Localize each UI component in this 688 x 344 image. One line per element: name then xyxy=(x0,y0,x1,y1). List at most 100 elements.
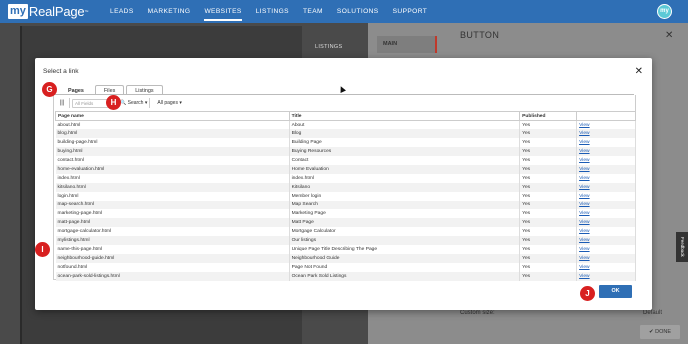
user-avatar[interactable]: my xyxy=(657,4,672,19)
ok-button[interactable]: OK xyxy=(599,285,632,298)
cell-published: Yes xyxy=(519,182,578,192)
cell-title: Ocean Park Sold Listings xyxy=(289,271,521,281)
nav-item-websites[interactable]: WEBSITES xyxy=(197,0,248,23)
cell-page-name: kitsilano.html xyxy=(55,182,290,192)
pages-panel: ||| All Fields 🔍 Search ▾ All pages ▾ Pa… xyxy=(53,95,636,281)
toolbar-divider xyxy=(149,98,151,108)
cell-title: Buying Resources xyxy=(289,147,521,157)
view-link[interactable]: View xyxy=(576,120,636,130)
view-link[interactable]: View xyxy=(576,200,636,210)
feedback-tab[interactable]: Feedback xyxy=(676,232,688,262)
cell-page-name: login.html xyxy=(55,191,290,201)
view-link[interactable]: View xyxy=(576,236,636,245)
cell-title: Member login xyxy=(289,191,521,201)
cell-page-name: index.html xyxy=(55,173,290,183)
table-row[interactable]: ocean-park-sold-listings.html Ocean Park … xyxy=(55,271,636,281)
marker-i: I xyxy=(35,242,50,257)
table-row[interactable]: building-page.html Building Page Yes View xyxy=(55,138,636,148)
logo-brand: RealPage xyxy=(28,4,85,19)
table-row[interactable]: neighbourhood-guide.html Neighbourhood Gu… xyxy=(55,253,636,263)
table-row[interactable]: matt-page.html Matt Page Yes View xyxy=(55,218,636,228)
cell-published: Yes xyxy=(519,271,578,281)
cell-page-name: home-evaluation.html xyxy=(55,164,290,174)
table-row[interactable]: contact.html Contact Yes View xyxy=(55,156,636,165)
cell-published: Yes xyxy=(519,236,578,245)
pages-table: Page name Title Published about.html Abou… xyxy=(55,111,636,281)
tab-main[interactable]: MAIN xyxy=(377,36,437,53)
cell-page-name: building-page.html xyxy=(55,138,290,148)
cell-published: Yes xyxy=(519,253,578,263)
table-toolbar: ||| All Fields 🔍 Search ▾ All pages ▾ xyxy=(54,96,635,110)
view-link[interactable]: View xyxy=(576,147,636,157)
cell-title: Marketing Page xyxy=(289,209,521,219)
cell-published: Yes xyxy=(519,129,578,139)
table-row[interactable]: index.html index.html Yes View xyxy=(55,173,636,183)
view-link[interactable]: View xyxy=(576,182,636,192)
nav-items: LEADS MARKETING WEBSITES LISTINGS TEAM SOLUTI… xyxy=(103,0,434,23)
cell-title: Home Evaluation xyxy=(289,164,521,174)
table-row[interactable]: notfound.html Page Not Found Yes View xyxy=(55,262,636,272)
table-row[interactable]: kitsilano.html Kitsilano Yes View xyxy=(55,182,636,192)
view-link[interactable]: View xyxy=(576,138,636,148)
cell-page-name: ocean-park-sold-listings.html xyxy=(55,271,290,281)
table-row[interactable]: about.html About Yes View xyxy=(55,120,636,130)
pages-scope-dropdown[interactable]: All pages ▾ xyxy=(157,100,181,106)
table-row[interactable]: login.html Member login Yes View xyxy=(55,191,636,201)
header-published[interactable]: Published xyxy=(519,111,578,121)
view-link[interactable]: View xyxy=(576,253,636,263)
cell-title: Neighbourhood Guide xyxy=(289,253,521,263)
search-dropdown[interactable]: 🔍 Search ▾ xyxy=(120,100,147,106)
cell-published: Yes xyxy=(519,200,578,210)
table-row[interactable]: blog.html Blog Yes View xyxy=(55,129,636,139)
nav-item-support[interactable]: SUPPORT xyxy=(386,0,435,23)
top-nav: my RealPage ™ LEADS MARKETING WEBSITES LIST… xyxy=(0,0,688,23)
table-row[interactable]: mortgage-calculator.html Mortgage Calcula… xyxy=(55,227,636,237)
table-row[interactable]: home-evaluation.html Home Evaluation Yes Vi… xyxy=(55,164,636,174)
view-link[interactable]: View xyxy=(576,227,636,237)
close-icon[interactable]: ✕ xyxy=(635,66,643,77)
cell-title: Contact xyxy=(289,156,521,165)
view-link[interactable]: View xyxy=(576,262,636,272)
realpage-logo[interactable]: my RealPage ™ xyxy=(8,3,88,21)
table-row[interactable]: marketing-page.html Marketing Page Yes View xyxy=(55,209,636,219)
cell-title: Our listings xyxy=(289,236,521,245)
view-link[interactable]: View xyxy=(576,209,636,219)
view-link[interactable]: View xyxy=(576,129,636,139)
view-link[interactable]: View xyxy=(576,156,636,165)
cell-title: index.html xyxy=(289,173,521,183)
cell-page-name: contact.html xyxy=(55,156,290,165)
nav-item-marketing[interactable]: MARKETING xyxy=(141,0,198,23)
nav-item-team[interactable]: TEAM xyxy=(296,0,330,23)
header-page-name[interactable]: Page name xyxy=(55,111,290,121)
table-row[interactable]: mylistings.html Our listings Yes View xyxy=(55,236,636,245)
marker-g: G xyxy=(42,82,57,97)
toolbar-divider xyxy=(69,98,70,108)
view-link[interactable]: View xyxy=(576,244,636,254)
header-actions xyxy=(576,111,636,121)
cell-page-name: marketing-page.html xyxy=(55,209,290,219)
cell-page-name: neighbourhood-guide.html xyxy=(55,253,290,263)
cell-page-name: matt-page.html xyxy=(55,218,290,228)
view-link[interactable]: View xyxy=(576,191,636,201)
table-row[interactable]: map-search.html Map Search Yes View xyxy=(55,200,636,210)
cell-published: Yes xyxy=(519,164,578,174)
cell-published: Yes xyxy=(519,156,578,165)
cell-page-name: blog.html xyxy=(55,129,290,139)
panel-close-icon[interactable]: ✕ xyxy=(665,30,673,41)
view-link[interactable]: View xyxy=(576,218,636,228)
table-row[interactable]: buying.html Buying Resources Yes View xyxy=(55,147,636,157)
view-link[interactable]: View xyxy=(576,271,636,281)
cell-title: About xyxy=(289,120,521,130)
columns-icon[interactable]: ||| xyxy=(57,100,67,106)
view-link[interactable]: View xyxy=(576,164,636,174)
nav-item-listings[interactable]: LISTINGS xyxy=(249,0,296,23)
view-link[interactable]: View xyxy=(576,173,636,183)
table-row[interactable]: name-this-page.html Unique Page Title Des… xyxy=(55,244,636,254)
cell-title: Map Search xyxy=(289,200,521,210)
custom-size-select[interactable]: Default xyxy=(643,310,662,316)
cell-title: Page Not Found xyxy=(289,262,521,272)
header-title[interactable]: Title xyxy=(288,111,521,121)
nav-item-leads[interactable]: LEADS xyxy=(103,0,141,23)
done-button[interactable]: ✔ DONE xyxy=(640,325,680,339)
nav-item-solutions[interactable]: SOLUTIONS xyxy=(330,0,386,23)
